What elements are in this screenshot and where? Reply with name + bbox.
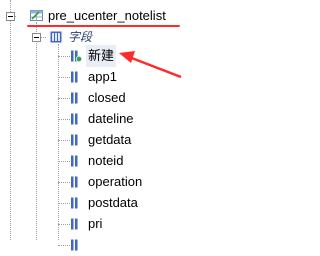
table-icon bbox=[30, 10, 43, 21]
field-label: closed bbox=[88, 90, 126, 105]
field-icon bbox=[71, 197, 78, 209]
tree-node-field[interactable]: postdata bbox=[0, 192, 228, 214]
field-icon bbox=[71, 155, 78, 167]
tree-node-field[interactable]: closed bbox=[0, 87, 228, 109]
column-group-icon bbox=[50, 31, 62, 43]
tree-node-field[interactable]: operation bbox=[0, 171, 228, 193]
tree-node-field-new[interactable]: 新建 bbox=[0, 45, 228, 67]
object-tree: pre_ucenter_notelist 字段 新建 app1 closed d… bbox=[0, 0, 228, 251]
field-icon bbox=[71, 176, 78, 188]
field-label: pri bbox=[88, 216, 103, 231]
field-label: postdata bbox=[88, 195, 138, 210]
field-icon bbox=[71, 134, 78, 146]
field-label: app1 bbox=[88, 69, 117, 84]
tree-node-field[interactable]: getdata bbox=[0, 129, 228, 151]
field-label: 新建 bbox=[86, 45, 117, 67]
field-icon bbox=[71, 71, 78, 83]
tree-node-field[interactable]: noteid bbox=[0, 150, 228, 172]
collapse-icon[interactable] bbox=[6, 12, 15, 21]
field-label: operation bbox=[88, 174, 143, 189]
field-icon bbox=[71, 239, 78, 251]
field-icon bbox=[71, 92, 78, 104]
tree-node-field[interactable]: app1 bbox=[0, 66, 228, 88]
field-label: getdata bbox=[88, 132, 132, 147]
new-field-icon bbox=[71, 50, 82, 62]
field-icon bbox=[71, 113, 78, 125]
tree-node-table[interactable]: pre_ucenter_notelist bbox=[0, 5, 228, 27]
tree-node-field[interactable]: pri bbox=[0, 213, 228, 235]
field-icon bbox=[71, 218, 78, 230]
field-label: noteid bbox=[88, 153, 124, 168]
table-name-label: pre_ucenter_notelist bbox=[48, 8, 166, 23]
collapse-icon[interactable] bbox=[32, 33, 41, 42]
field-label: dateline bbox=[88, 111, 134, 126]
tree-node-field[interactable]: dateline bbox=[0, 108, 228, 130]
tree-node-field[interactable] bbox=[0, 234, 228, 256]
